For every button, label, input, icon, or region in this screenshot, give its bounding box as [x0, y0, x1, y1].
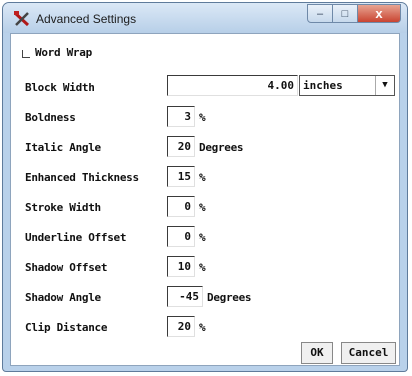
shadow-angle-unit: Degrees — [207, 291, 252, 304]
boldness-unit: % — [199, 111, 206, 124]
boldness-label: Boldness — [25, 111, 76, 124]
word-wrap-label[interactable]: Word Wrap — [35, 46, 92, 59]
italic-angle-unit: Degrees — [199, 141, 244, 154]
chevron-down-icon[interactable]: ▼ — [375, 76, 394, 95]
close-button[interactable]: x — [358, 4, 401, 23]
clip-distance-unit: % — [199, 321, 206, 334]
enhanced-thickness-label: Enhanced Thickness — [25, 171, 139, 184]
shadow-offset-input[interactable]: 10 — [167, 256, 195, 277]
block-width-input[interactable]: 4.00 — [167, 75, 298, 96]
clip-distance-label: Clip Distance — [25, 321, 108, 334]
ok-button[interactable]: OK — [301, 342, 333, 364]
underline-offset-input[interactable]: 0 — [167, 226, 195, 247]
shadow-offset-label: Shadow Offset — [25, 261, 108, 274]
settings-form: Word Wrap Block Width 4.00 inches ▼ Bold… — [11, 34, 399, 365]
title-bar[interactable]: Advanced Settings – □ x — [3, 3, 407, 33]
caption-buttons: – □ x — [307, 4, 401, 24]
dialog-client: Word Wrap Block Width 4.00 inches ▼ Bold… — [10, 33, 400, 366]
dialog-window: Advanced Settings – □ x Word Wrap Block … — [2, 2, 408, 372]
cancel-button[interactable]: Cancel — [341, 342, 396, 364]
stroke-width-input[interactable]: 0 — [167, 196, 195, 217]
shadow-offset-unit: % — [199, 261, 206, 274]
stroke-width-label: Stroke Width — [25, 201, 101, 214]
window-title: Advanced Settings — [36, 12, 137, 26]
enhanced-thickness-unit: % — [199, 171, 206, 184]
tools-x-icon — [13, 11, 30, 27]
clip-distance-input[interactable]: 20 — [167, 316, 195, 337]
minimize-button[interactable]: – — [307, 4, 333, 23]
boldness-input[interactable]: 3 — [167, 106, 195, 127]
block-width-unit-select[interactable]: inches ▼ — [299, 75, 395, 96]
shadow-angle-label: Shadow Angle — [25, 291, 101, 304]
italic-angle-label: Italic Angle — [25, 141, 101, 154]
underline-offset-unit: % — [199, 231, 206, 244]
block-width-label: Block Width — [25, 81, 95, 94]
shadow-angle-input[interactable]: -45 — [167, 286, 203, 307]
italic-angle-input[interactable]: 20 — [167, 136, 195, 157]
stroke-width-unit: % — [199, 201, 206, 214]
underline-offset-label: Underline Offset — [25, 231, 127, 244]
unit-select-value: inches — [303, 79, 343, 92]
enhanced-thickness-input[interactable]: 15 — [167, 166, 195, 187]
word-wrap-checkbox[interactable] — [22, 50, 30, 58]
maximize-button[interactable]: □ — [333, 4, 358, 23]
